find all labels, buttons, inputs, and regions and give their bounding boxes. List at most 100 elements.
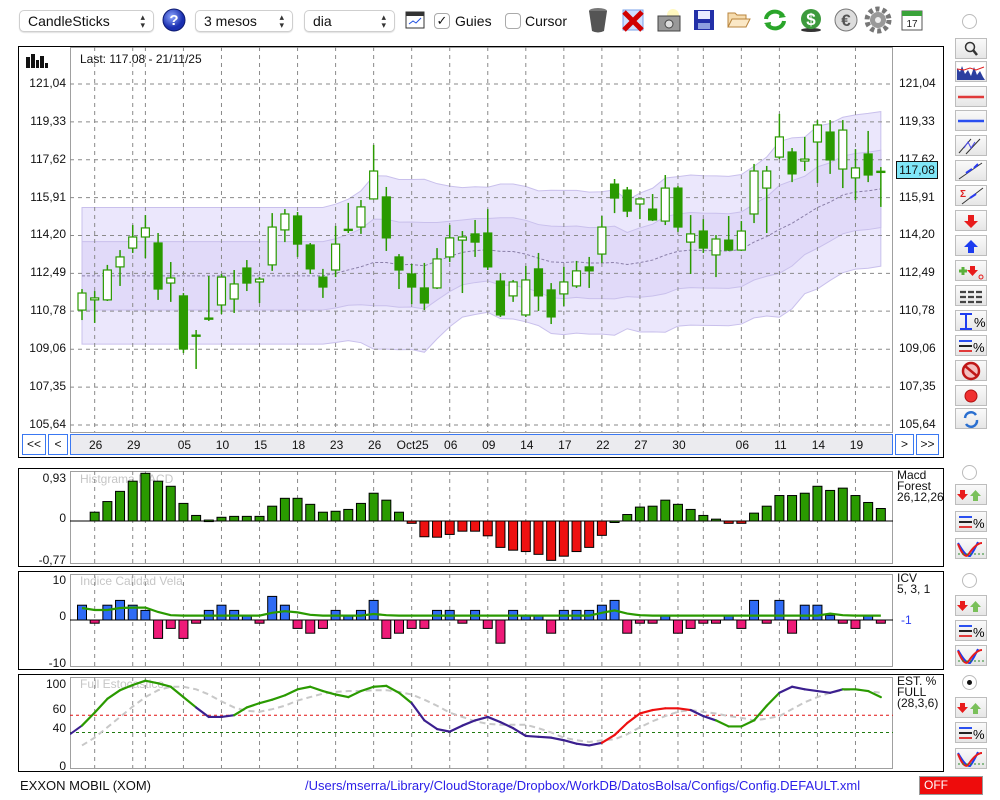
add-remove-signals-tool-button[interactable] bbox=[955, 260, 987, 281]
snapshot-button[interactable] bbox=[655, 6, 683, 34]
stoch-k-segment bbox=[334, 693, 350, 699]
open-button[interactable] bbox=[725, 6, 753, 34]
first-page-button[interactable]: << bbox=[22, 434, 46, 455]
signals-tool-button[interactable] bbox=[955, 484, 987, 505]
stoch-k-segment bbox=[765, 691, 781, 707]
price-axis-tick: 110,78 bbox=[30, 303, 66, 318]
sigma-trend-tool-button[interactable]: Σ bbox=[955, 185, 987, 206]
curves-tool-button[interactable] bbox=[955, 748, 987, 769]
lines-percent-tool-button[interactable]: % bbox=[955, 620, 987, 641]
lines-percent-icon: % bbox=[959, 339, 985, 355]
last-page-button[interactable]: >> bbox=[916, 434, 939, 455]
stoch-k-segment bbox=[80, 711, 96, 727]
clear-tool-button[interactable] bbox=[955, 360, 987, 381]
panel-select-radio[interactable] bbox=[962, 465, 977, 480]
main-panel-radio[interactable] bbox=[962, 14, 977, 29]
candle-body-up bbox=[571, 270, 582, 287]
add-remove-signals-icon bbox=[959, 265, 984, 279]
trash-button[interactable] bbox=[584, 6, 612, 34]
date-axis-label: 15 bbox=[253, 438, 268, 452]
curves-tool-button[interactable] bbox=[955, 538, 987, 559]
date-axis-label: 23 bbox=[329, 438, 344, 452]
macd-bar bbox=[419, 520, 430, 538]
dollar-button[interactable]: $ bbox=[797, 6, 825, 34]
save-button[interactable] bbox=[690, 6, 718, 34]
panel-select-radio[interactable] bbox=[962, 675, 977, 690]
period-select[interactable]: 3 mesos ▴ ▾ bbox=[195, 10, 293, 32]
macd-bar bbox=[355, 502, 366, 522]
euro-button[interactable]: € bbox=[832, 6, 860, 34]
price-axis-tick: 115,91 bbox=[30, 189, 66, 204]
record-tool-button[interactable] bbox=[955, 385, 987, 406]
blue-line-tool-button[interactable] bbox=[955, 110, 987, 131]
icv-bar bbox=[850, 619, 861, 629]
stoch-k-segment bbox=[562, 739, 578, 745]
lines-percent-tool-button[interactable]: % bbox=[955, 722, 987, 743]
trend-line-tool-button[interactable] bbox=[955, 160, 987, 181]
lines-percent-tool-button[interactable]: % bbox=[955, 335, 987, 356]
stoch-k-segment bbox=[93, 697, 109, 714]
horizontal-lines-tool-button[interactable] bbox=[955, 285, 987, 306]
refresh-button[interactable] bbox=[761, 6, 789, 34]
calendar-button[interactable]: 17 bbox=[898, 6, 926, 34]
guides-label: Guies bbox=[455, 13, 492, 29]
candle-body-up bbox=[800, 158, 810, 162]
help-button[interactable]: ? bbox=[160, 6, 188, 34]
settings-button[interactable] bbox=[864, 6, 892, 34]
icv-bar bbox=[165, 619, 176, 629]
cursor-checkbox[interactable] bbox=[505, 13, 521, 29]
signals-tool-button[interactable] bbox=[955, 595, 987, 616]
candle-body-down bbox=[242, 267, 252, 284]
icv-bar bbox=[394, 619, 404, 634]
signals-tool-button[interactable] bbox=[955, 697, 987, 718]
prev-page-button[interactable]: < bbox=[48, 434, 68, 455]
buy-signal-icon bbox=[964, 239, 978, 253]
guides-checkbox[interactable]: ✓ bbox=[434, 13, 450, 29]
panel-select-radio[interactable] bbox=[962, 573, 977, 588]
mini-chart-tool-button[interactable] bbox=[955, 61, 987, 82]
stoch-k-segment bbox=[258, 698, 274, 705]
range-percent-tool-button[interactable]: % bbox=[955, 310, 987, 331]
stoch-k-segment bbox=[524, 734, 540, 738]
candle-body-down bbox=[863, 153, 873, 176]
candle-body-up bbox=[140, 227, 151, 238]
sell-signal-tool-button[interactable] bbox=[955, 210, 987, 231]
macd-bar bbox=[406, 520, 417, 524]
stoch-tick: 60 bbox=[52, 702, 66, 716]
status-off-indicator[interactable]: OFF bbox=[919, 776, 983, 795]
stoch-k-segment bbox=[271, 694, 286, 701]
delete-button[interactable] bbox=[619, 6, 647, 34]
blue-line-icon bbox=[958, 119, 984, 122]
chart-window-button[interactable] bbox=[401, 6, 429, 34]
icv-bar bbox=[698, 619, 709, 624]
lines-percent-tool-button[interactable]: % bbox=[955, 511, 987, 532]
chart-type-select[interactable]: CandleSticks ▴ ▾ bbox=[19, 10, 154, 32]
candle-body-up bbox=[635, 198, 645, 205]
stoch-k-segment bbox=[461, 719, 477, 727]
macd-bar bbox=[267, 505, 278, 522]
candle-body-down bbox=[178, 295, 189, 350]
curves-tool-button[interactable] bbox=[955, 645, 987, 666]
swap-tool-button[interactable] bbox=[955, 408, 987, 429]
red-line-tool-button[interactable] bbox=[955, 86, 987, 107]
zoom-tool-button[interactable] bbox=[955, 38, 987, 59]
buy-signal-tool-button[interactable] bbox=[955, 235, 987, 256]
price-axis-tick: 117,62 bbox=[30, 151, 66, 166]
icv-bar bbox=[254, 619, 265, 624]
stoch-k-segment bbox=[245, 702, 261, 709]
svg-text:%: % bbox=[973, 625, 985, 640]
candle-body-up bbox=[762, 170, 772, 189]
channel-tool-button[interactable] bbox=[955, 135, 987, 156]
sigma-trend-icon: Σ bbox=[960, 187, 984, 204]
candle bbox=[369, 144, 379, 200]
record-icon bbox=[964, 389, 978, 402]
date-axis-bar[interactable]: 26 29 05 10 15 18 23 26 Oct25 06 09 14 17 22 27 30 06 11 1… bbox=[70, 434, 893, 455]
chevron-updown-icon: ▴ ▾ bbox=[140, 12, 145, 30]
candle-body-down bbox=[318, 276, 328, 288]
next-page-button[interactable]: > bbox=[895, 434, 914, 455]
macd-tick: 0 bbox=[59, 511, 66, 525]
interval-select[interactable]: dia ▴ ▾ bbox=[304, 10, 395, 32]
config-path-link[interactable]: /Users/mserra/Library/CloudStorage/Dropb… bbox=[305, 778, 860, 793]
candlestick-chart[interactable] bbox=[70, 47, 893, 432]
macd-bar bbox=[216, 516, 227, 522]
